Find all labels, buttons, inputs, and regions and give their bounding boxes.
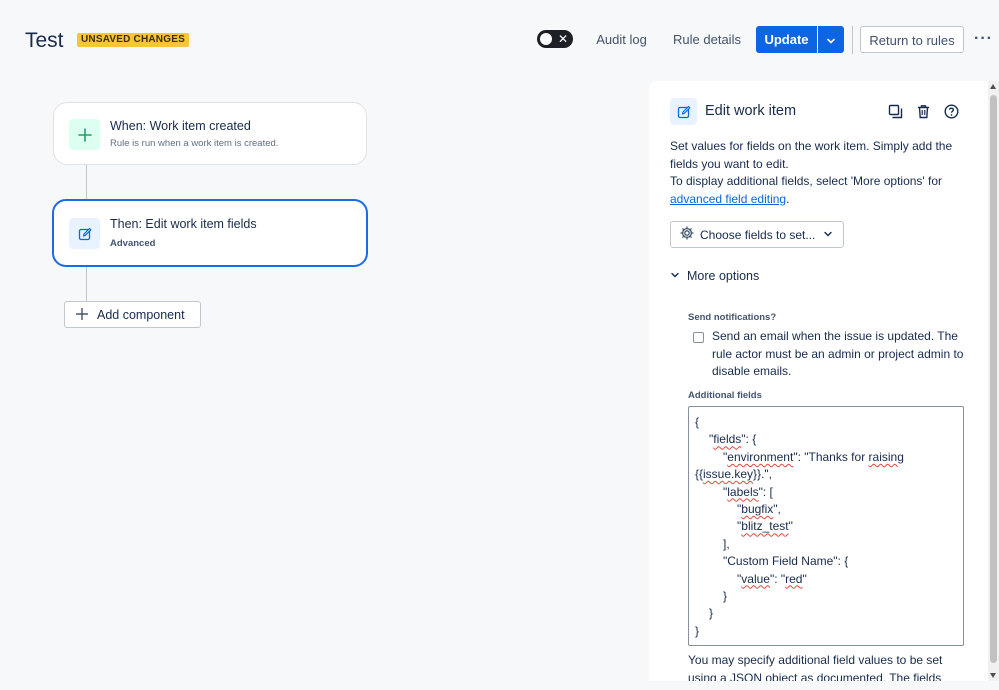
add-component-label: Add component [97, 307, 185, 322]
scroll-down-icon[interactable] [990, 673, 996, 678]
update-button[interactable]: Update [756, 26, 817, 53]
rule-title[interactable]: Test [25, 29, 64, 53]
choose-fields-label: Choose fields to set... [700, 227, 816, 242]
description-line-3: advanced field editing. [670, 191, 970, 209]
json-line: "bugfix", [737, 502, 781, 517]
panel-title: Edit work item [705, 103, 797, 119]
json-line: } [695, 623, 700, 638]
json-line: "environment": "Thanks for raising [723, 449, 904, 464]
description-period: . [786, 191, 790, 206]
plus-icon [69, 119, 100, 150]
toggle-off-icon: ✕ [557, 32, 568, 46]
more-options-label: More options [687, 269, 760, 283]
duplicate-icon[interactable] [887, 103, 903, 119]
json-line: } [723, 589, 728, 604]
chevron-down-icon [827, 38, 835, 44]
description-text: To display additional fields, select 'Mo… [670, 174, 943, 188]
scrollbar-thumb[interactable] [990, 95, 997, 663]
json-line: "blitz_test" [737, 519, 793, 534]
audit-log-button[interactable]: Audit log [589, 26, 654, 53]
scroll-up-icon[interactable] [990, 84, 996, 89]
panel-description: Set values for fields on the work item. … [670, 138, 970, 208]
json-line: "Custom Field Name": { [723, 554, 849, 569]
edit-icon [670, 98, 697, 125]
edit-work-item-panel: Edit work item Set values for fields on … [649, 81, 988, 681]
unsaved-changes-badge: UNSAVED CHANGES [77, 33, 189, 47]
additional-fields-help: You may specify additional field values … [688, 653, 943, 681]
chevron-down-icon [670, 269, 680, 283]
description-line-1: Set values for fields on the work item. … [670, 139, 953, 171]
json-line: { [695, 415, 700, 429]
action-card[interactable]: Then: Edit work item fields Advanced [52, 199, 368, 267]
update-options-button[interactable] [818, 26, 844, 53]
more-options-toggle[interactable]: More options [670, 269, 759, 283]
rule-enabled-toggle[interactable]: ✕ [537, 30, 573, 48]
send-notifications-label: Send notifications? [688, 312, 777, 323]
trigger-card[interactable]: When: Work item created Rule is run when… [53, 102, 367, 165]
rule-header: Test UNSAVED CHANGES ✕ Audit log Rule de… [0, 0, 999, 78]
action-title: Then: Edit work item fields [110, 217, 257, 231]
advanced-field-editing-link[interactable]: advanced field editing [670, 192, 786, 206]
choose-fields-button[interactable]: Choose fields to set... [670, 221, 844, 248]
additional-fields-textarea[interactable]: { "fields": { "environment": "Thanks for r… [688, 406, 964, 646]
gear-icon [680, 226, 694, 243]
chevron-down-icon [823, 228, 833, 242]
json-line: "value": "red" [737, 571, 807, 586]
send-notifications-text: Send an email when the issue is updated.… [712, 329, 964, 378]
json-line: "fields": { [709, 432, 757, 447]
json-line: ], [723, 536, 730, 551]
toggle-knob [540, 33, 552, 45]
plus-icon [75, 306, 89, 323]
connector-line [86, 267, 87, 301]
return-to-rules-button[interactable]: Return to rules [860, 26, 964, 53]
trash-icon[interactable] [915, 103, 931, 119]
json-line: {{issue.key}}.", [695, 467, 772, 482]
additional-fields-label: Additional fields [688, 390, 762, 401]
add-component-button[interactable]: Add component [64, 301, 201, 328]
panel-toolbar [887, 103, 959, 119]
connector-line [86, 165, 87, 199]
more-actions-icon[interactable]: ··· [974, 30, 993, 48]
edit-icon [69, 218, 100, 249]
rule-details-button[interactable]: Rule details [668, 26, 746, 53]
trigger-subtitle: Rule is run when a work item is created. [110, 138, 279, 149]
trigger-title: When: Work item created [110, 119, 251, 133]
header-divider [852, 26, 853, 54]
json-line: "labels": [ [723, 484, 773, 499]
description-line-2: To display additional fields, select 'Mo… [670, 173, 970, 191]
action-subtitle: Advanced [110, 238, 156, 249]
send-notifications-checkbox[interactable] [693, 332, 704, 343]
json-line: } [709, 606, 714, 621]
help-icon[interactable] [943, 103, 959, 119]
panel-scrollbar[interactable] [988, 81, 999, 681]
